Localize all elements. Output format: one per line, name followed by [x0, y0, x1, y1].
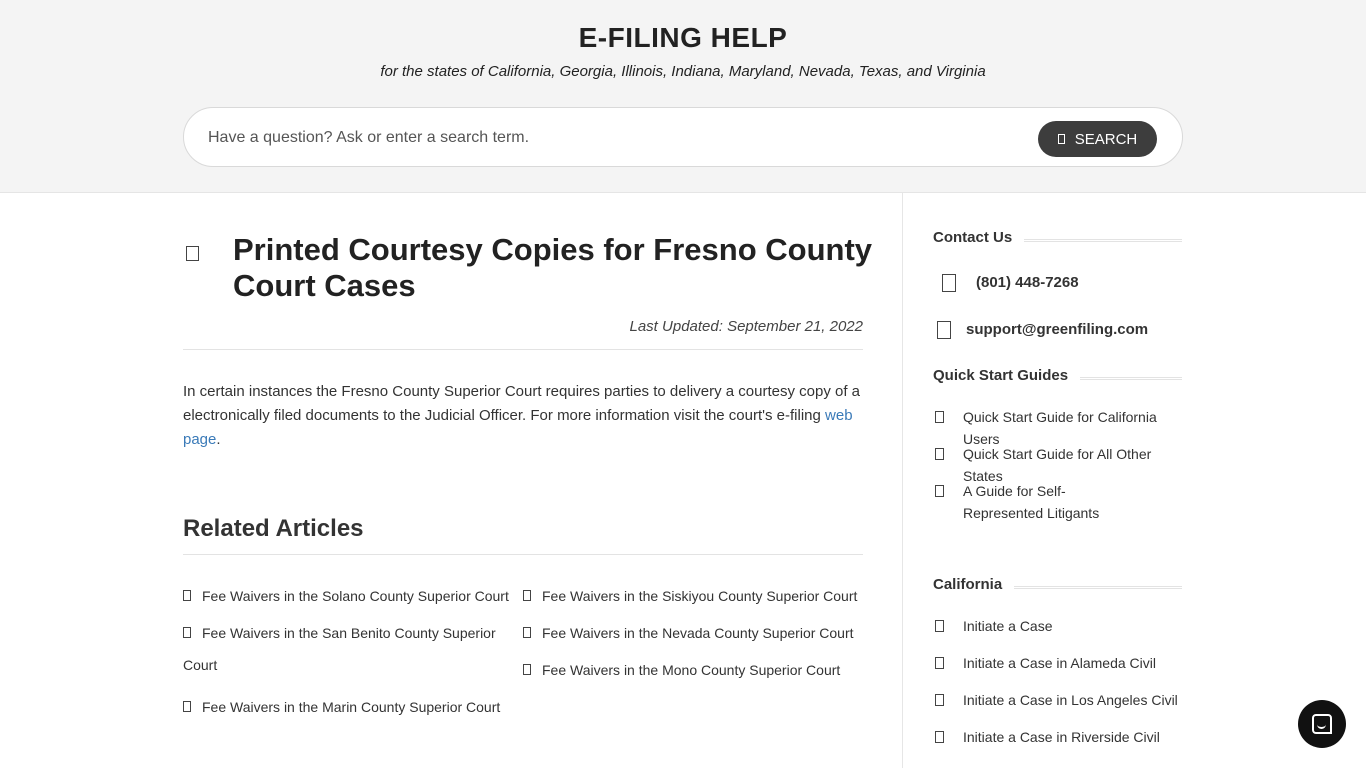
document-icon [935, 657, 944, 669]
related-article-link[interactable]: Fee Waivers in the Nevada County Superio… [523, 617, 854, 649]
sidebar-link[interactable]: A Guide for Self-Represented Litigants [933, 480, 1173, 524]
site-title[interactable]: E-FILING HELP [0, 22, 1366, 54]
phone-contact[interactable]: (801) 448-7268 [942, 274, 1079, 293]
related-article-label: Fee Waivers in the Siskiyou County Super… [542, 588, 858, 604]
sidebar-link-label: Initiate a Case [963, 618, 1053, 634]
sidebar-divider [902, 193, 903, 768]
document-icon [935, 411, 944, 423]
document-icon [935, 485, 944, 497]
document-icon [935, 731, 944, 743]
sidebar-link[interactable]: Initiate a Case [933, 615, 1183, 637]
sidebar-link-label: Initiate a Case in Los Angeles Civil [963, 692, 1178, 708]
related-articles-heading: Related Articles [183, 515, 364, 542]
article-body-end: . [216, 431, 221, 448]
divider [183, 349, 863, 350]
document-icon [935, 694, 944, 706]
document-icon [935, 620, 944, 632]
sidebar-link-label: A Guide for Self-Represented Litigants [963, 483, 1100, 521]
document-icon [523, 664, 531, 676]
search-icon [1057, 134, 1065, 144]
email-address: support@greenfiling.com [966, 321, 1149, 338]
last-updated: Last Updated: September 21, 2022 [629, 318, 864, 335]
search-button-label: SEARCH [1074, 130, 1138, 148]
related-article-link-continued[interactable]: Court [183, 649, 217, 681]
chat-icon [1312, 714, 1332, 734]
document-icon [183, 701, 191, 713]
related-article-label: Fee Waivers in the Mono County Superior … [542, 662, 841, 678]
related-article-link[interactable]: Fee Waivers in the Siskiyou County Super… [523, 580, 857, 612]
related-article-label: Fee Waivers in the Nevada County Superio… [542, 625, 854, 641]
email-contact[interactable]: support@greenfiling.com [937, 321, 1149, 340]
related-article-link[interactable]: Fee Waivers in the Mono County Superior … [523, 654, 840, 686]
sidebar-link[interactable]: Initiate a Case in Riverside Civil [933, 726, 1183, 748]
sidebar-link[interactable]: Initiate a Case in Alameda Civil [933, 652, 1183, 674]
heading-rule [1078, 377, 1182, 380]
related-article-link[interactable]: Fee Waivers in the Solano County Superio… [183, 580, 509, 612]
document-icon [183, 627, 191, 639]
sidebar-link[interactable]: Initiate a Case in Los Angeles Civil [933, 689, 1183, 711]
site-tagline: for the states of California, Georgia, I… [380, 63, 986, 80]
heading-rule [1013, 586, 1182, 589]
related-article-label: Court [183, 657, 218, 673]
article-body: In certain instances the Fresno County S… [183, 380, 863, 452]
related-article-link[interactable]: Fee Waivers in the San Benito County Sup… [183, 617, 496, 649]
search-input[interactable] [208, 124, 1008, 152]
document-icon [523, 627, 531, 639]
document-icon [183, 590, 191, 602]
search-button[interactable]: SEARCH [1038, 121, 1157, 157]
phone-number: (801) 448-7268 [976, 274, 1079, 291]
article-body-text: In certain instances the Fresno County S… [183, 383, 860, 424]
search-form: SEARCH [183, 107, 1183, 167]
document-icon [935, 448, 944, 460]
envelope-icon [937, 321, 951, 340]
contact-us-heading: Contact Us [933, 229, 1025, 246]
chat-launcher-button[interactable] [1298, 700, 1346, 748]
sidebar-link-label: Initiate a Case in Riverside Civil [963, 729, 1160, 745]
header: E-FILING HELP for the states of Californ… [0, 0, 1366, 193]
article-title: Printed Courtesy Copies for Fresno Count… [233, 232, 873, 303]
heading-rule [1022, 239, 1182, 242]
sidebar-link-label: Initiate a Case in Alameda Civil [963, 655, 1156, 671]
divider [183, 554, 863, 555]
related-article-label: Fee Waivers in the Marin County Superior… [202, 699, 501, 715]
document-icon [186, 246, 199, 261]
phone-icon [942, 274, 956, 293]
california-heading: California [933, 576, 1015, 593]
related-article-link[interactable]: Fee Waivers in the Marin County Superior… [183, 691, 500, 723]
quick-start-guides-heading: Quick Start Guides [933, 367, 1081, 384]
document-icon [523, 590, 531, 602]
related-article-label: Fee Waivers in the San Benito County Sup… [202, 625, 496, 641]
related-article-label: Fee Waivers in the Solano County Superio… [202, 588, 509, 604]
